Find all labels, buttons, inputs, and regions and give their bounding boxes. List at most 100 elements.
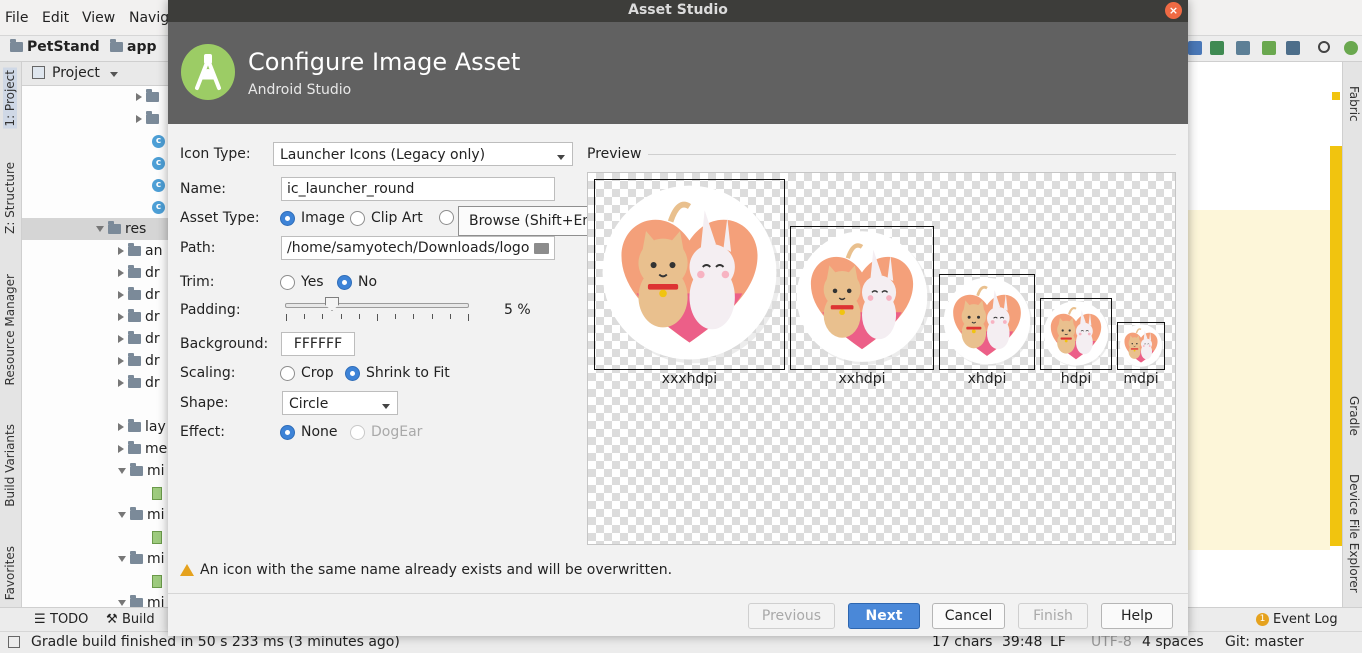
padding-slider[interactable] — [285, 303, 469, 308]
radio-label: DogEar — [371, 424, 423, 440]
tree-row[interactable]: c — [152, 130, 165, 152]
tree-label: res — [125, 221, 147, 237]
padding-slider-thumb[interactable] — [325, 297, 339, 311]
tab-resource-manager[interactable]: Resource Manager — [3, 274, 17, 385]
name-input[interactable]: ic_launcher_round — [281, 177, 555, 201]
search-icon[interactable] — [1318, 41, 1330, 53]
asset-type-clip-art-radio[interactable]: Clip Art — [350, 210, 423, 226]
help-button[interactable]: Help — [1101, 603, 1173, 629]
warning-marker[interactable] — [1332, 92, 1340, 100]
preview-icon-xxxhdpi — [594, 179, 785, 370]
scaling-shrink-radio[interactable]: Shrink to Fit — [345, 365, 450, 381]
project-view-icon — [32, 66, 45, 79]
tree-row[interactable]: lay — [118, 416, 166, 438]
status-toggle-icon[interactable] — [8, 636, 20, 648]
tree-row[interactable] — [152, 570, 162, 592]
tree-row-res[interactable]: res — [22, 218, 168, 240]
folder-icon — [128, 309, 141, 322]
tree-row[interactable]: dr — [118, 328, 160, 350]
preview-label-xxhdpi: xxhdpi — [838, 371, 886, 387]
folder-open-icon[interactable] — [534, 243, 549, 254]
device-icon[interactable] — [1188, 41, 1202, 55]
status-message[interactable]: Gradle build finished in 50 s 233 ms (3 … — [31, 634, 400, 650]
next-button[interactable]: Next — [848, 603, 920, 629]
tree-row[interactable] — [152, 526, 162, 548]
breadcrumb-module[interactable]: app — [110, 39, 157, 55]
tree-row[interactable] — [152, 482, 162, 504]
tree-row[interactable]: c — [152, 174, 165, 196]
slider-tick — [304, 314, 306, 319]
tab-build-variants[interactable]: Build Variants — [3, 424, 17, 507]
tree-row[interactable]: dr — [118, 284, 160, 306]
trim-no-radio[interactable]: No — [337, 274, 377, 290]
scaling-crop-radio[interactable]: Crop — [280, 365, 334, 381]
radio-unselected-icon — [280, 274, 295, 290]
preview-icon-mdpi — [1117, 322, 1165, 370]
tree-row[interactable]: mi — [118, 504, 165, 526]
background-label: Background: — [180, 336, 269, 352]
breadcrumb-label: app — [127, 39, 157, 55]
tab-event-log[interactable]: Event Log — [1273, 612, 1338, 627]
asset-type-text-radio[interactable] — [439, 210, 454, 225]
slider-tick — [340, 314, 342, 319]
tab-gradle[interactable]: Gradle — [1347, 396, 1361, 436]
editor-scrollbar[interactable] — [1330, 146, 1342, 546]
icon-type-label: Icon Type: — [180, 146, 251, 162]
close-icon[interactable]: × — [1165, 2, 1182, 19]
avd-manager-icon[interactable] — [1236, 41, 1250, 55]
status-encoding[interactable]: UTF-8 — [1091, 634, 1132, 650]
trim-yes-radio[interactable]: Yes — [280, 274, 324, 290]
assistant-icon[interactable] — [1344, 41, 1358, 55]
tab-favorites[interactable]: Favorites — [3, 546, 17, 600]
tree-row[interactable]: an — [118, 240, 162, 262]
tree-row[interactable]: mi — [118, 460, 165, 482]
tab-build[interactable]: Build — [122, 612, 155, 627]
icon-type-select[interactable]: Launcher Icons (Legacy only) — [273, 142, 573, 166]
menu-edit[interactable]: Edit — [42, 10, 69, 26]
tree-row[interactable]: dr — [118, 350, 160, 372]
tree-row[interactable]: c — [152, 152, 165, 174]
dialog-titlebar: Asset Studio × — [168, 0, 1188, 22]
asset-type-label: Asset Type: — [180, 210, 260, 226]
asset-type-image-radio[interactable]: Image — [280, 210, 345, 226]
project-view-label[interactable]: Project — [52, 65, 100, 81]
menu-file[interactable]: File — [5, 10, 28, 26]
terminal-icon[interactable] — [1210, 41, 1224, 55]
sdk-manager-icon[interactable] — [1262, 41, 1276, 55]
file-icon — [152, 486, 162, 500]
chevron-down-icon[interactable] — [110, 72, 118, 77]
tree-row[interactable]: me — [118, 438, 167, 460]
tab-project[interactable]: 1: Project — [3, 68, 17, 129]
tab-device-file-explorer[interactable]: Device File Explorer — [1347, 474, 1361, 593]
status-indent[interactable]: 4 spaces — [1142, 634, 1204, 650]
tree-row[interactable]: c — [152, 196, 165, 218]
status-git-branch[interactable]: Git: master — [1225, 634, 1304, 650]
cancel-button[interactable]: Cancel — [932, 603, 1005, 629]
effect-none-radio[interactable]: None — [280, 424, 338, 440]
status-line-ending[interactable]: LF — [1050, 634, 1066, 650]
tree-row[interactable]: mi — [118, 548, 165, 570]
class-icon: c — [152, 156, 165, 170]
menu-navigate[interactable]: Navig — [129, 10, 169, 26]
menu-view[interactable]: View — [82, 10, 115, 26]
background-color-field[interactable]: FFFFFF — [281, 332, 355, 356]
path-input[interactable]: /home/samyotech/Downloads/logo — [281, 236, 555, 260]
tab-todo[interactable]: TODO — [50, 612, 88, 627]
breadcrumb-project[interactable]: PetStand — [10, 39, 100, 55]
folder-icon — [108, 221, 121, 234]
tab-structure[interactable]: Z: Structure — [3, 162, 17, 234]
tree-label: lay — [145, 419, 166, 435]
sync-icon[interactable] — [1286, 41, 1300, 55]
tree-row[interactable] — [136, 86, 159, 108]
shape-select[interactable]: Circle — [282, 391, 398, 415]
tree-row[interactable]: dr — [118, 262, 160, 284]
tree-row[interactable]: dr — [118, 372, 160, 394]
path-label: Path: — [180, 240, 216, 256]
tree-row[interactable] — [136, 108, 159, 130]
finish-button[interactable]: Finish — [1018, 603, 1088, 629]
previous-button[interactable]: Previous — [748, 603, 835, 629]
status-position[interactable]: 39:48 — [1002, 634, 1042, 650]
tab-fabric[interactable]: Fabric — [1347, 86, 1361, 122]
tree-row[interactable]: dr — [118, 306, 160, 328]
folder-icon — [128, 353, 141, 366]
